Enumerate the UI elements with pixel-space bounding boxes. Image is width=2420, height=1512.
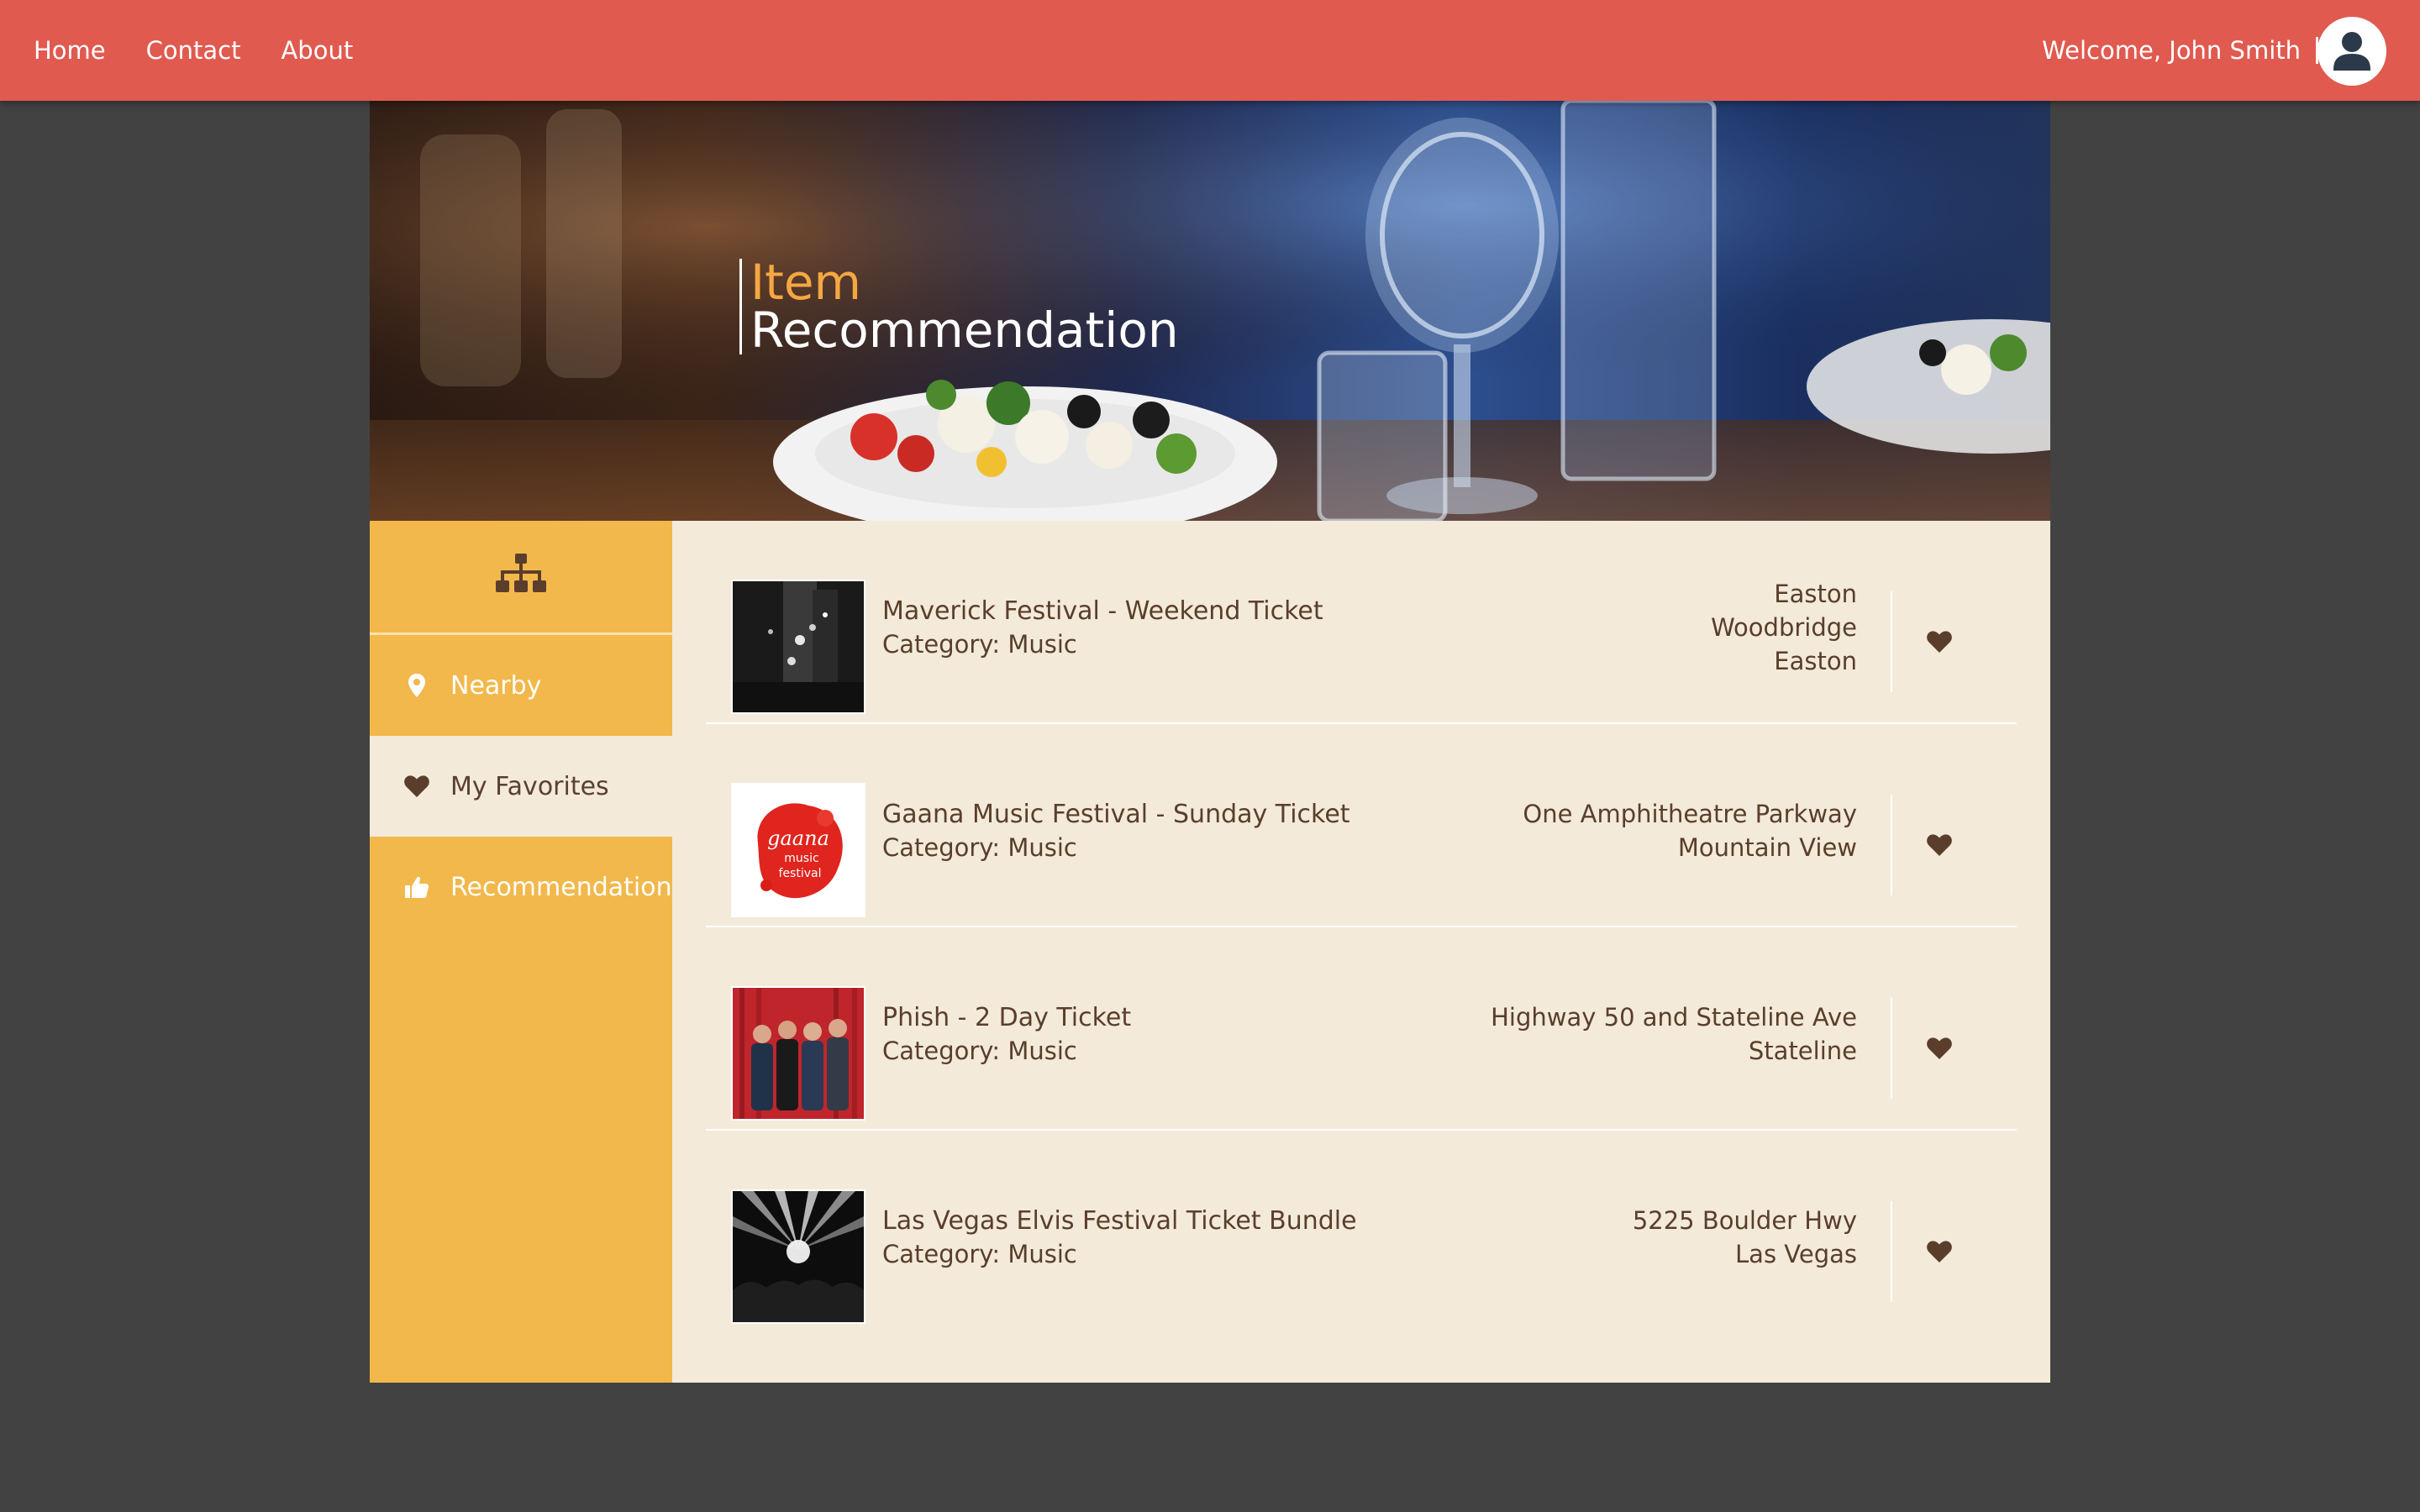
address-line: Stateline bbox=[1748, 1037, 1857, 1065]
item-name[interactable]: Maverick Festival - Weekend Ticket bbox=[882, 595, 1323, 628]
item-info: Las Vegas Elvis Festival Ticket Bundle C… bbox=[882, 1205, 1357, 1270]
sidebar-header bbox=[370, 521, 672, 635]
address-line: Easton bbox=[1774, 647, 1857, 675]
favorite-heart-icon[interactable] bbox=[1923, 625, 1956, 659]
item-divider bbox=[1891, 1201, 1892, 1302]
item-category: Category: Music bbox=[882, 1240, 1077, 1268]
thumbs-up-icon bbox=[403, 874, 430, 900]
address-line: One Amphitheatre Parkway bbox=[1523, 800, 1857, 828]
item-info: Phish - 2 Day Ticket Category: Music bbox=[882, 1001, 1131, 1067]
sidebar: Nearby My Favorites Recommendation bbox=[370, 521, 672, 1383]
user-avatar-icon[interactable] bbox=[2317, 17, 2386, 86]
main-nav: Home Contact About bbox=[34, 0, 393, 101]
sidebar-item-label: Nearby bbox=[450, 670, 542, 701]
address-line: Mountain View bbox=[1677, 833, 1857, 862]
list-item[interactable]: Maverick Festival - Weekend Ticket Categ… bbox=[706, 521, 2017, 724]
svg-text:gaana: gaana bbox=[767, 827, 829, 850]
map-marker-icon bbox=[403, 672, 430, 699]
item-divider bbox=[1891, 591, 1892, 692]
favorite-heart-icon[interactable] bbox=[1923, 1032, 1956, 1065]
item-address: 5225 Boulder Hwy Las Vegas bbox=[1633, 1131, 1857, 1334]
nav-link-about[interactable]: About bbox=[281, 36, 353, 65]
hero-dining-image bbox=[370, 101, 2050, 521]
item-address: Easton Woodbridge Easton bbox=[1711, 521, 1857, 724]
address-line: Las Vegas bbox=[1735, 1240, 1857, 1268]
item-address: Highway 50 and Stateline Ave Stateline bbox=[1491, 927, 1857, 1131]
top-navigation-bar: Home Contact About Welcome, John Smith bbox=[0, 0, 2420, 101]
hero-banner: Item Recommendation bbox=[370, 101, 2050, 521]
sitemap-icon bbox=[496, 553, 546, 601]
item-list: Maverick Festival - Weekend Ticket Categ… bbox=[672, 521, 2050, 1383]
list-item[interactable]: Phish - 2 Day Ticket Category: Music Hig… bbox=[706, 927, 2017, 1131]
item-info: Maverick Festival - Weekend Ticket Categ… bbox=[882, 595, 1323, 660]
hero-title-line1: Item bbox=[750, 254, 862, 311]
list-item[interactable]: gaana music festival Gaana Music Festiva… bbox=[706, 724, 2017, 927]
favorite-heart-icon[interactable] bbox=[1923, 1235, 1956, 1268]
heart-icon bbox=[403, 773, 430, 800]
item-thumbnail bbox=[731, 1189, 865, 1324]
page-container: Item Recommendation Nearby My Favorites … bbox=[370, 101, 2050, 1383]
hero-title: Item Recommendation bbox=[739, 254, 1179, 359]
address-line: Highway 50 and Stateline Ave bbox=[1491, 1003, 1857, 1032]
item-category: Category: Music bbox=[882, 1037, 1077, 1065]
nav-link-contact[interactable]: Contact bbox=[146, 36, 241, 65]
address-line: Easton bbox=[1774, 580, 1857, 608]
welcome-message: Welcome, John Smith bbox=[2042, 36, 2301, 65]
item-name[interactable]: Gaana Music Festival - Sunday Ticket bbox=[882, 798, 1350, 832]
svg-text:music: music bbox=[784, 852, 818, 865]
item-divider bbox=[1891, 795, 1892, 895]
sidebar-item-nearby[interactable]: Nearby bbox=[370, 635, 672, 736]
nav-link-home[interactable]: Home bbox=[34, 36, 106, 65]
item-thumbnail bbox=[731, 580, 865, 714]
svg-text:festival: festival bbox=[779, 867, 822, 880]
item-address: One Amphitheatre Parkway Mountain View bbox=[1523, 724, 1857, 927]
item-name[interactable]: Las Vegas Elvis Festival Ticket Bundle bbox=[882, 1205, 1357, 1238]
sidebar-item-recommendation[interactable]: Recommendation bbox=[370, 837, 672, 937]
favorite-heart-icon[interactable] bbox=[1923, 828, 1956, 862]
item-category: Category: Music bbox=[882, 833, 1077, 862]
address-line: 5225 Boulder Hwy bbox=[1632, 1206, 1857, 1235]
list-item[interactable]: Las Vegas Elvis Festival Ticket Bundle C… bbox=[706, 1131, 2017, 1334]
item-divider bbox=[1891, 998, 1892, 1099]
item-info: Gaana Music Festival - Sunday Ticket Cat… bbox=[882, 798, 1350, 864]
address-line: Woodbridge bbox=[1711, 613, 1857, 642]
item-thumbnail bbox=[731, 986, 865, 1121]
item-category: Category: Music bbox=[882, 630, 1077, 659]
hero-title-line2: Recommendation bbox=[750, 302, 1179, 359]
item-thumbnail: gaana music festival bbox=[731, 783, 865, 917]
sidebar-item-my-favorites[interactable]: My Favorites bbox=[370, 736, 672, 837]
sidebar-item-label: My Favorites bbox=[450, 771, 609, 801]
sidebar-item-label: Recommendation bbox=[450, 872, 672, 902]
item-name[interactable]: Phish - 2 Day Ticket bbox=[882, 1001, 1131, 1035]
